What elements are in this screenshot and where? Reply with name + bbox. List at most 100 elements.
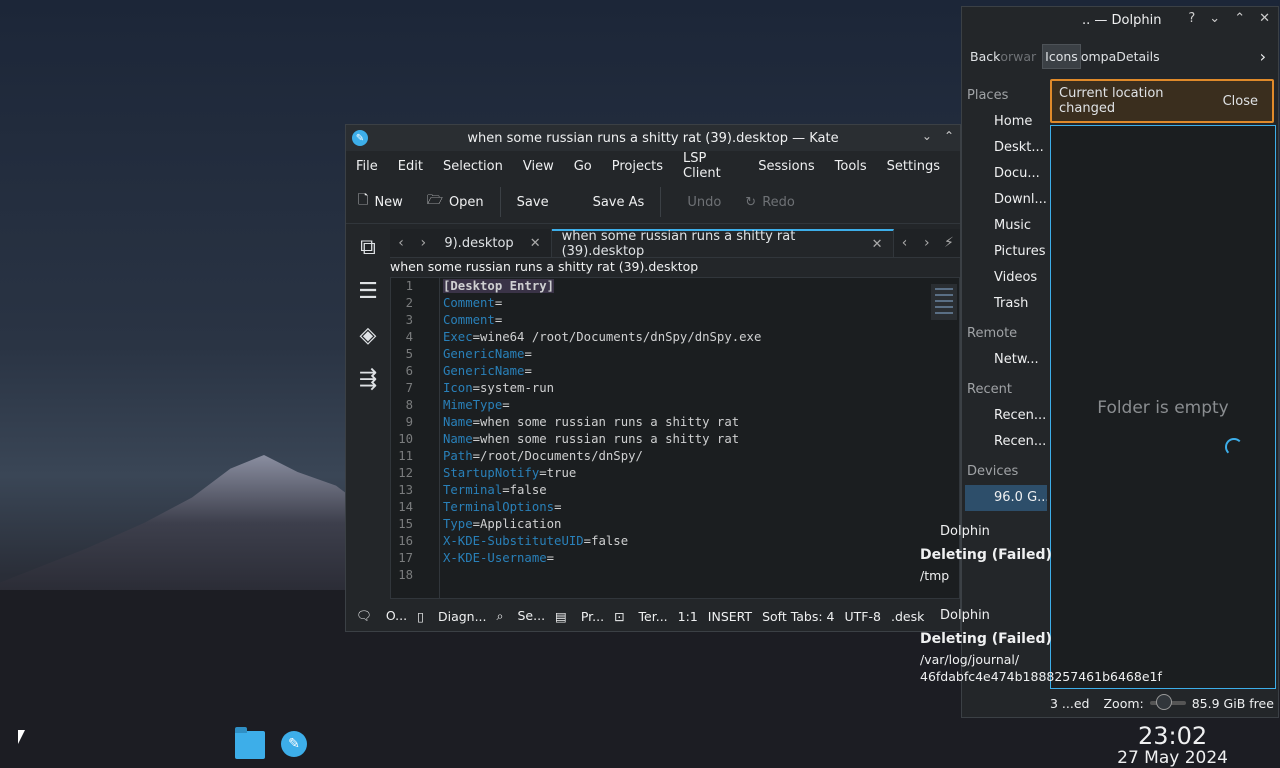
undo-button[interactable]: Undo (675, 187, 733, 217)
line-number: 11 (398, 449, 413, 463)
notification-body: /var/log/journal/ 46fdabfc4e474b18882574… (920, 652, 1162, 684)
tab-document-2[interactable]: when some russian runs a shitty rat (39)… (551, 229, 894, 259)
menu-tools[interactable]: Tools (835, 159, 867, 174)
menu-view[interactable]: View (523, 159, 554, 174)
projects-tree-icon[interactable]: ⇶ (346, 357, 390, 401)
menu-settings[interactable]: Settings (887, 159, 940, 174)
tab-document-1[interactable]: 9).desktop ✕ (434, 229, 552, 257)
diagnostics-panel-button[interactable]: ▯ Diagn... (417, 609, 486, 624)
open-button[interactable]: 🗁 Open (415, 187, 496, 217)
places-item-recent-files[interactable]: Recen... (962, 403, 1050, 429)
places-item-documents[interactable]: Docu... (962, 161, 1050, 187)
input-mode[interactable]: INSERT (708, 609, 752, 624)
zoom-slider[interactable] (1149, 694, 1186, 710)
close-icon[interactable]: ✕ (1259, 11, 1270, 26)
places-item-trash[interactable]: Trash (962, 291, 1050, 317)
places-item-desktop[interactable]: Deskt... (962, 135, 1050, 161)
back-button[interactable]: Back (970, 49, 1000, 64)
line-code: GenericName= (443, 363, 532, 380)
tab-scroll-left-icon[interactable]: ‹ (894, 235, 916, 251)
entry-value: =when some russian runs a shitty rat (472, 415, 740, 429)
new-button[interactable]: 🗋 New (346, 187, 415, 217)
dolphin-window-title: .. — Dolphin (1082, 12, 1162, 28)
save-button[interactable]: Save (505, 187, 561, 217)
notification-body: /tmp (920, 568, 950, 583)
indentation-mode[interactable]: Soft Tabs: 4 (762, 609, 834, 624)
close-tab-icon[interactable]: ✕ (530, 236, 541, 251)
clock[interactable]: 23:02 27 May 2024 (1117, 722, 1228, 768)
menu-lsp-client[interactable]: LSP Client (683, 151, 738, 181)
code-line: 2 Comment= (391, 295, 959, 312)
more-actions-icon[interactable]: › (1260, 47, 1266, 66)
git-icon[interactable]: ◈ (346, 313, 390, 357)
maximize-icon[interactable]: ⌃ (944, 129, 954, 143)
menu-edit[interactable]: Edit (398, 159, 423, 174)
projects-panel-button[interactable]: ▤ Pr... (555, 609, 604, 624)
icons-view-button[interactable]: Icons (1042, 43, 1081, 69)
terminal-panel-button[interactable]: ⊡ Ter... (614, 609, 668, 624)
file-view[interactable]: Folder is empty (1050, 125, 1276, 689)
line-code: Path=/root/Documents/dnSpy/ (443, 448, 643, 465)
kate-window-title: when some russian runs a shitty rat (39)… (467, 130, 839, 146)
minimize-icon[interactable]: ⌄ (922, 129, 932, 143)
output-panel-button[interactable]: 🗨 O... (356, 608, 407, 624)
places-item-recent-locations[interactable]: Recen... (962, 429, 1050, 455)
documents-icon[interactable]: ⧉ (346, 225, 390, 269)
entry-value: =when some russian runs a shitty rat (472, 432, 740, 446)
taskbar-kate-icon[interactable]: ✎ (281, 731, 307, 757)
notification-2[interactable]: Dolphin Deleting (Failed) /var/log/journ… (920, 608, 1162, 685)
places-item-videos[interactable]: Videos (962, 265, 1050, 291)
minimize-icon[interactable]: ⌄ (1209, 11, 1220, 26)
tab-scroll-right-icon[interactable]: › (916, 235, 938, 251)
save-as-button[interactable]: Save As (581, 187, 657, 217)
line-code: Name=when some russian runs a shitty rat (443, 431, 739, 448)
dolphin-toolbar: Back orwar Icons ompa Details › (962, 33, 1278, 79)
places-item-network[interactable]: Netw... (962, 347, 1050, 373)
code-editor[interactable]: 1 [Desktop Entry] 2 Comment= 3 Comment= 4 Exec=… (390, 277, 960, 599)
kate-menubar: File Edit Selection View Go Projects LSP… (346, 151, 960, 181)
forward-button[interactable]: orwar (1000, 49, 1036, 64)
tab-scroll-left-icon[interactable]: ‹ (390, 235, 412, 251)
breadcrumb[interactable]: when some russian runs a shitty rat (39)… (390, 259, 698, 274)
clock-time: 23:02 (1137, 722, 1208, 750)
close-tab-icon[interactable]: ✕ (872, 237, 883, 252)
help-icon[interactable]: ? (1188, 11, 1195, 26)
redo-label: Redo (762, 194, 795, 210)
quick-open-icon[interactable]: ⚡ (938, 235, 960, 251)
menu-selection[interactable]: Selection (443, 159, 503, 174)
kate-titlebar[interactable]: ✎ when some russian runs a shitty rat (3… (346, 125, 960, 151)
places-item-device[interactable]: 96.0 G... (965, 485, 1047, 511)
tab-scroll-right-icon[interactable]: › (412, 235, 434, 251)
places-item-home[interactable]: Home (962, 109, 1050, 135)
line-code: X-KDE-Username= (443, 550, 554, 567)
notification-1[interactable]: Dolphin Deleting (Failed) /tmp (920, 524, 1052, 584)
notice-close-button[interactable]: Close (1223, 94, 1258, 109)
menu-sessions[interactable]: Sessions (758, 159, 814, 174)
dolphin-titlebar[interactable]: .. — Dolphin ? ⌄ ⌃ ✕ (962, 7, 1278, 33)
symbols-list-icon[interactable]: ☰ (346, 269, 390, 313)
search-panel-button[interactable]: ⌕ Se... (497, 608, 546, 624)
places-item-pictures[interactable]: Pictures (962, 239, 1050, 265)
encoding[interactable]: UTF-8 (845, 609, 881, 624)
redo-button[interactable]: ↻ Redo (733, 187, 807, 217)
kate-window: ✎ when some russian runs a shitty rat (3… (345, 124, 961, 632)
places-item-music[interactable]: Music (962, 213, 1050, 239)
line-code: Exec=wine64 /root/Documents/dnSpy/dnSpy.… (443, 329, 761, 346)
line-number: 9 (405, 415, 413, 429)
maximize-icon[interactable]: ⌃ (1234, 11, 1245, 26)
menu-go[interactable]: Go (574, 159, 592, 174)
line-number: 5 (405, 347, 413, 361)
menu-projects[interactable]: Projects (612, 159, 663, 174)
menu-file[interactable]: File (356, 159, 378, 174)
details-view-button[interactable]: Details (1116, 49, 1159, 64)
taskbar-dolphin-folder-icon[interactable] (235, 727, 265, 759)
compact-view-button[interactable]: ompa (1081, 49, 1116, 64)
kate-toolbar: 🗋 New 🗁 Open Save Save As Undo ↻ Redo (346, 181, 960, 224)
places-item-downloads[interactable]: Downl... (962, 187, 1050, 213)
zoom-slider-handle[interactable] (1155, 694, 1172, 710)
entry-key: Path (443, 449, 473, 463)
save-label: Save (516, 194, 549, 210)
minimap[interactable] (931, 284, 957, 320)
entry-value: = (494, 313, 503, 327)
cursor-position[interactable]: 1:1 (678, 609, 698, 624)
